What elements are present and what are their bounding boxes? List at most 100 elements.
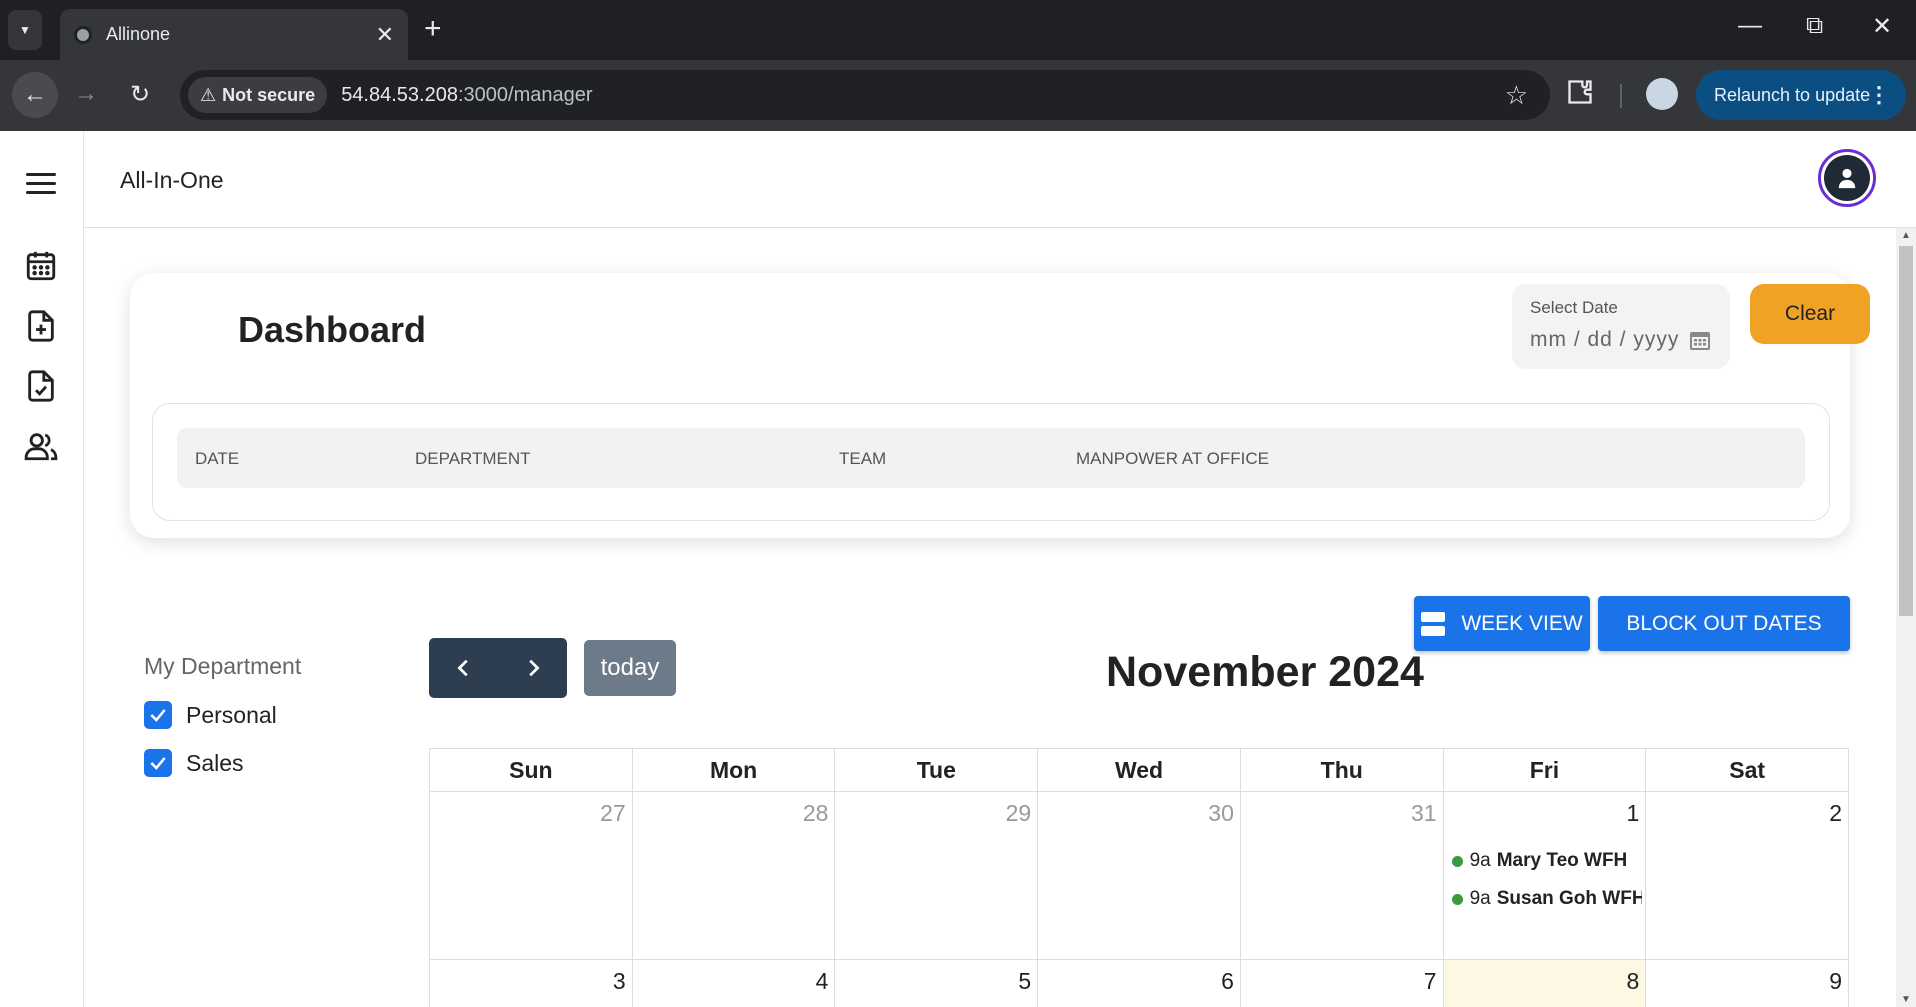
url-host: 54.84.53.208 [341, 83, 458, 106]
day-number[interactable]: 5 [1018, 968, 1031, 995]
chevron-left-icon [456, 659, 468, 677]
page-scrollbar[interactable]: ▲ ▼ [1896, 228, 1916, 1007]
weekday-tue: Tue [835, 749, 1039, 791]
day-number[interactable]: 7 [1424, 968, 1437, 995]
reload-button[interactable]: ↻ [120, 74, 160, 114]
file-check-icon[interactable] [24, 369, 58, 403]
tab-search-button[interactable]: ▼ [8, 10, 42, 50]
today-button[interactable]: today [584, 640, 676, 696]
main-content: Dashboard Select Date mm / dd / yyyy Cle… [84, 228, 1896, 1007]
day-number[interactable]: 3 [613, 968, 626, 995]
reload-icon: ↻ [129, 80, 151, 108]
day-cell[interactable]: 31 [1241, 792, 1444, 959]
day-cell[interactable]: 1 9a Mary Teo WFH 9a Susan Goh WFH [1444, 792, 1647, 959]
day-number[interactable]: 28 [803, 800, 829, 827]
day-number[interactable]: 31 [1411, 800, 1437, 827]
column-header-department[interactable]: DEPARTMENT [415, 449, 531, 469]
column-header-manpower[interactable]: MANPOWER AT OFFICE [1076, 449, 1269, 469]
day-cell[interactable]: 3 [430, 960, 633, 1007]
calendar-week-row: 27 28 29 30 31 1 9a Mary Teo WFH 9a Susa… [429, 792, 1849, 960]
scroll-down-icon[interactable]: ▼ [1901, 994, 1911, 1005]
address-bar[interactable]: ⚠ Not secure 54.84.53.208:3000/manager ☆ [180, 70, 1550, 120]
scrollbar-thumb[interactable] [1899, 246, 1913, 616]
checkbox-checked-icon[interactable] [144, 701, 172, 729]
close-window-button[interactable]: ✕ [1872, 12, 1892, 41]
day-number[interactable]: 27 [600, 800, 626, 827]
calendar-event[interactable]: 9a Susan Goh WFH [1451, 888, 1642, 910]
weekday-thu: Thu [1241, 749, 1444, 791]
new-tab-button[interactable]: + [424, 12, 442, 46]
day-number[interactable]: 1 [1627, 800, 1640, 827]
more-menu-icon[interactable]: ⋮ [1868, 82, 1890, 108]
url-text: 54.84.53.208:3000/manager [341, 84, 592, 107]
department-filter-personal[interactable]: Personal [144, 701, 277, 729]
event-dot [1451, 855, 1463, 867]
close-tab-icon[interactable]: ✕ [376, 22, 394, 48]
date-input[interactable]: Select Date mm / dd / yyyy [1512, 284, 1730, 369]
app-root: All-In-One Dashboard Select Date mm / dd… [0, 131, 1916, 1007]
day-cell[interactable]: 6 [1038, 960, 1241, 1007]
filter-label: Personal [186, 701, 277, 728]
event-title: Susan Goh WFH [1496, 888, 1642, 909]
hamburger-menu-icon[interactable] [26, 173, 56, 195]
minimize-button[interactable]: — [1738, 12, 1762, 40]
calendar-event[interactable]: 9a Mary Teo WFH [1451, 850, 1642, 872]
page-title: Dashboard [238, 309, 427, 350]
relaunch-button[interactable]: Relaunch to update ⋮ [1696, 70, 1906, 120]
day-number[interactable]: 4 [816, 968, 829, 995]
people-icon[interactable] [24, 429, 58, 463]
event-time: 9a [1469, 850, 1491, 871]
checkbox-checked-icon[interactable] [144, 749, 172, 777]
clear-button[interactable]: Clear [1750, 284, 1870, 344]
day-cell[interactable]: 27 [430, 792, 633, 959]
app-header: All-In-One [84, 131, 1916, 228]
bookmark-star-icon[interactable]: ☆ [1505, 80, 1528, 111]
profile-avatar-icon[interactable] [1646, 78, 1678, 110]
restore-button[interactable]: ⧉ [1806, 12, 1823, 40]
warning-icon: ⚠ [200, 84, 217, 105]
day-number[interactable]: 29 [1006, 800, 1032, 827]
day-number[interactable]: 2 [1829, 800, 1842, 827]
file-add-icon[interactable] [24, 309, 58, 343]
chevron-right-icon [528, 659, 540, 677]
security-chip[interactable]: ⚠ Not secure [188, 77, 328, 113]
day-cell[interactable]: 7 [1241, 960, 1444, 1007]
back-button[interactable]: ← [12, 72, 58, 118]
favicon-icon [74, 25, 92, 44]
month-calendar: Sun Mon Tue Wed Thu Fri Sat 27 28 29 30 … [429, 748, 1849, 1007]
user-avatar[interactable] [1818, 149, 1876, 207]
security-label: Not secure [222, 84, 316, 105]
day-cell-today[interactable]: 8 [1443, 960, 1647, 1007]
column-header-date[interactable]: DATE [195, 449, 239, 469]
block-out-dates-button[interactable]: BLOCK OUT DATES [1598, 596, 1850, 651]
scroll-up-icon[interactable]: ▲ [1901, 230, 1911, 241]
day-cell[interactable]: 4 [633, 960, 836, 1007]
extensions-icon[interactable] [1566, 78, 1596, 108]
browser-tab[interactable]: Allinone ✕ [60, 9, 408, 60]
forward-button[interactable]: → [66, 74, 106, 114]
calendar-picker-icon[interactable] [1688, 328, 1712, 352]
week-view-button[interactable]: WEEK VIEW [1414, 596, 1590, 651]
day-number[interactable]: 8 [1627, 968, 1640, 995]
next-month-button[interactable] [498, 638, 567, 698]
day-number[interactable]: 30 [1208, 800, 1234, 827]
day-cell[interactable]: 30 [1038, 792, 1241, 959]
day-cell[interactable]: 29 [835, 792, 1039, 959]
day-number[interactable]: 9 [1829, 968, 1842, 995]
prev-month-button[interactable] [429, 638, 498, 698]
day-cell[interactable]: 28 [633, 792, 836, 959]
day-number[interactable]: 6 [1221, 968, 1234, 995]
view-agenda-icon [1421, 611, 1446, 636]
day-cell[interactable]: 2 [1646, 792, 1848, 959]
day-cell[interactable]: 5 [835, 960, 1039, 1007]
department-filter-sales[interactable]: Sales [144, 749, 244, 777]
arrow-left-icon: ← [23, 81, 47, 108]
calendar-icon[interactable] [24, 249, 58, 283]
calendar-nav-group [429, 638, 567, 698]
sidebar [0, 131, 84, 1007]
day-cell[interactable]: 9 [1646, 960, 1848, 1007]
dashboard-card: Dashboard Select Date mm / dd / yyyy Cle… [130, 273, 1870, 538]
column-header-team[interactable]: TEAM [839, 449, 886, 469]
department-filter-title: My Department [144, 653, 302, 679]
toolbar-separator [1620, 84, 1622, 108]
